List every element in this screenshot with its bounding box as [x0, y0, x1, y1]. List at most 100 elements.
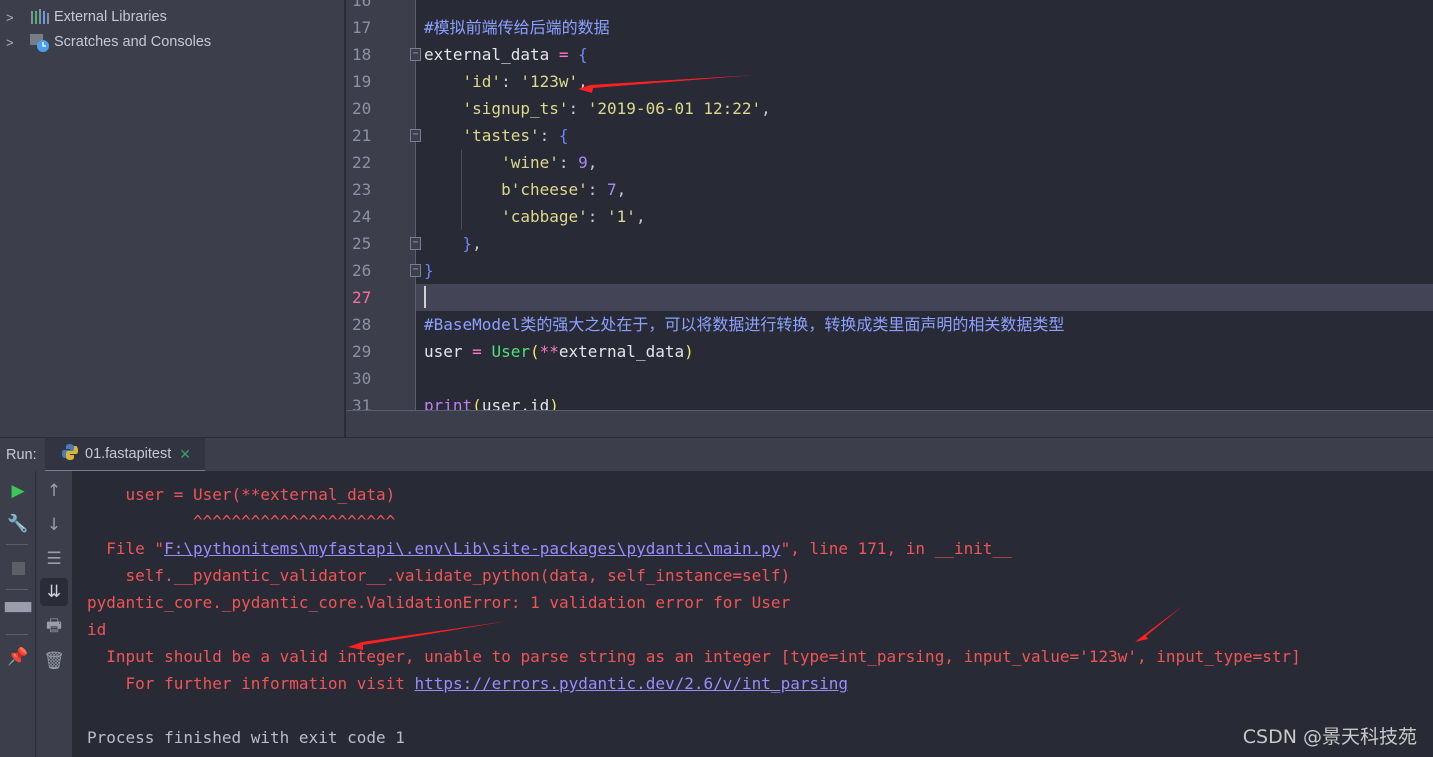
line-number: 19 — [352, 72, 372, 91]
code-editor[interactable]: #模拟前端传给后端的数据 external_data = { 'id': '123… — [417, 0, 1433, 410]
code-token: , — [587, 153, 598, 172]
chevron-right-icon[interactable]: > — [6, 10, 18, 25]
code-line: 'signup_ts': '2019-06-01 12:22', — [424, 95, 771, 122]
console-toolbar: ↑ ↓ ☰ ⇊ 🖶 🗑 — [36, 471, 72, 757]
code-token: user.id — [481, 396, 550, 410]
line-number: 30 — [352, 369, 372, 388]
tree-item-scratches[interactable]: > Scratches and Consoles — [0, 30, 211, 54]
line-number: 24 — [352, 207, 372, 226]
code-token: , — [578, 72, 588, 91]
console-line: user = User(**external_data) — [87, 485, 396, 504]
code-token: , — [616, 180, 627, 199]
code-token: 'tastes' — [462, 126, 540, 145]
pin-icon[interactable]: 📌 — [6, 645, 30, 669]
chevron-right-icon[interactable]: > — [6, 35, 18, 50]
wrench-icon[interactable]: 🔧 — [6, 512, 30, 536]
code-line: } — [424, 257, 434, 284]
code-token: : — [539, 126, 559, 145]
run-label: Run: — [6, 447, 37, 463]
line-number: 29 — [352, 342, 372, 361]
toolbar-divider — [6, 544, 28, 545]
code-token: ) — [684, 342, 694, 361]
text-caret — [424, 286, 426, 308]
code-line: }, — [424, 230, 482, 257]
run-toolbar: ▶ 🔧 ▀▀ 📌 — [0, 471, 36, 757]
code-token: = — [472, 342, 492, 361]
run-tool-window-header: Run: 01.fastapitest ✕ — [0, 437, 1433, 472]
code-token: 'wine' — [501, 153, 559, 172]
code-token: '123w' — [520, 72, 579, 91]
code-token: 9 — [578, 153, 588, 172]
code-line: #BaseModel类的强大之处在于，可以将数据进行转换，转换成类里面声明的相关… — [424, 311, 1064, 338]
console-line: id — [87, 620, 107, 639]
code-token: '1' — [607, 207, 636, 226]
close-tab-icon[interactable]: ✕ — [179, 446, 191, 463]
code-token: : — [501, 72, 521, 91]
code-line: 'wine': 9, — [424, 149, 597, 176]
code-line: #模拟前端传给后端的数据 — [424, 14, 610, 41]
code-token: : — [568, 99, 588, 118]
toolbar-divider — [6, 589, 28, 590]
code-token: user — [424, 342, 473, 361]
code-token: #模拟前端传给后端的数据 — [424, 18, 610, 37]
editor-horizontal-scrollbar[interactable] — [346, 410, 1433, 437]
indent-guide — [461, 150, 462, 230]
code-token: #BaseModel类的强大之处在于，可以将数据进行转换，转换成类里面声明的相关… — [424, 315, 1065, 334]
code-token: = — [558, 45, 579, 64]
watermark: CSDN @景天科技苑 — [1242, 726, 1417, 748]
print-icon[interactable]: 🖶 — [42, 615, 66, 639]
layout-icon[interactable]: ▀▀ — [5, 601, 31, 625]
console-output[interactable]: user = User(**external_data) ^^^^^^^^^^^… — [72, 471, 1433, 757]
code-token: : — [587, 180, 608, 199]
line-number-gutter: 16 17 18 19 20 21 22 23 24 25 26 27 28 29 30 31− − − − — [346, 0, 421, 415]
line-number: 16 — [352, 0, 372, 10]
console-link[interactable]: https://errors.pydantic.dev/2.6/v/int_pa… — [415, 674, 848, 693]
tree-item-external-libraries[interactable]: > External Libraries — [0, 5, 167, 29]
code-token: { — [558, 126, 569, 145]
code-token: '2019-06-01 12:22' — [587, 99, 762, 118]
line-number: 18 — [352, 45, 372, 64]
arrow-up-icon[interactable]: ↑ — [42, 479, 66, 503]
console-line: For further information visit https://er… — [87, 670, 848, 697]
code-token: external_data — [558, 342, 685, 361]
line-number: 17 — [352, 18, 372, 37]
toolbar-divider — [6, 634, 28, 635]
arrow-down-icon[interactable]: ↓ — [42, 513, 66, 537]
code-token: b'cheese' — [501, 180, 588, 199]
line-number: 23 — [352, 180, 372, 199]
rerun-icon[interactable]: ▶ — [6, 479, 30, 503]
line-number: 27 — [352, 288, 372, 307]
line-number: 26 — [352, 261, 372, 280]
tree-item-label: External Libraries — [54, 9, 167, 25]
run-tab-label: 01.fastapitest — [85, 446, 172, 462]
scratches-icon — [30, 33, 50, 52]
console-line: pydantic_core._pydantic_core.ValidationE… — [87, 593, 791, 612]
code-token: : — [587, 207, 608, 226]
line-number: 20 — [352, 99, 372, 118]
code-line: print(user.id) — [424, 392, 559, 410]
soft-wrap-icon[interactable]: ☰ — [42, 547, 66, 571]
line-number: 22 — [352, 153, 372, 172]
console-link[interactable]: F:\pythonitems\myfastapi\.env\Lib\site-p… — [164, 539, 781, 558]
code-token: external_data — [424, 45, 559, 64]
console-text: ", line 171, in __init__ — [780, 539, 1012, 558]
code-line: 'tastes': { — [424, 122, 569, 149]
stop-icon[interactable] — [6, 556, 30, 580]
line-number: 21 — [352, 126, 372, 145]
code-token: ** — [539, 342, 559, 361]
run-tab[interactable]: 01.fastapitest ✕ — [45, 438, 205, 472]
code-token: 'signup_ts' — [462, 99, 569, 118]
scroll-to-end-icon[interactable]: ⇊ — [40, 578, 68, 606]
python-icon — [61, 443, 79, 465]
line-number: 28 — [352, 315, 372, 334]
console-line: self.__pydantic_validator__.validate_pyt… — [87, 566, 791, 585]
code-line: 'id': '123w', — [424, 68, 588, 95]
trash-icon[interactable]: 🗑 — [42, 649, 66, 673]
console-text: For further information visit — [87, 674, 415, 693]
code-token: } — [424, 261, 434, 280]
